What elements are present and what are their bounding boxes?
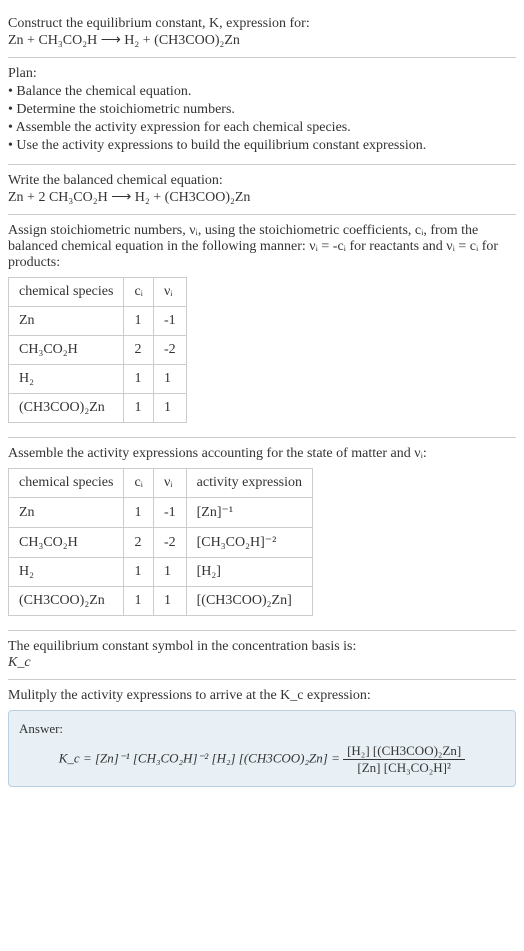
answer-numerator: [H₂] [(CH3COO)₂Zn] [343,743,465,760]
stoich-text: Assign stoichiometric numbers, νᵢ, using… [8,223,516,271]
symbol-section: The equilibrium constant symbol in the c… [8,631,516,680]
plan-bullet: • Assemble the activity expression for e… [8,120,516,136]
plan-bullet: • Use the activity expressions to build … [8,138,516,154]
answer-denominator: [Zn] [CH₃CO₂H]² [343,760,465,776]
c-cell: 1 [124,587,154,616]
table-header: chemical species [9,278,124,307]
v-cell: -1 [153,307,186,336]
plan-bullet: • Determine the stoichiometric numbers. [8,102,516,118]
plan-bullet: • Balance the chemical equation. [8,84,516,100]
c-cell: 2 [124,336,154,365]
answer-box: Answer: K_c = [Zn]⁻¹ [CH₃CO₂H]⁻² [H₂] [(… [8,710,516,787]
table-row: H₂ 1 1 [H₂] [9,558,313,587]
plan-heading: Plan: [8,66,516,82]
table-header: νᵢ [153,469,186,498]
activity-cell: [CH₃CO₂H]⁻² [186,528,312,558]
intro-equation: Zn + CH₃CO₂H ⟶ H₂ + (CH3COO)₂Zn [8,32,516,49]
activity-cell: [(CH3COO)₂Zn] [186,587,312,616]
species-cell: Zn [9,307,124,336]
v-cell: 1 [153,394,186,423]
v-cell: 1 [153,558,186,587]
v-cell: -1 [153,498,186,528]
c-cell: 1 [124,307,154,336]
species-cell: Zn [9,498,124,528]
multiply-heading: Mulitply the activity expressions to arr… [8,688,516,704]
v-cell: -2 [153,528,186,558]
c-cell: 1 [124,394,154,423]
table-header: cᵢ [124,278,154,307]
species-cell: H₂ [9,365,124,394]
c-cell: 1 [124,365,154,394]
c-cell: 1 [124,498,154,528]
answer-fraction: [H₂] [(CH3COO)₂Zn] [Zn] [CH₃CO₂H]² [343,743,465,776]
table-row: H₂ 1 1 [9,365,187,394]
table-row: CH₃CO₂H 2 -2 [CH₃CO₂H]⁻² [9,528,313,558]
multiply-section: Mulitply the activity expressions to arr… [8,680,516,795]
table-header: activity expression [186,469,312,498]
table-header: cᵢ [124,469,154,498]
activity-table: chemical species cᵢ νᵢ activity expressi… [8,468,313,616]
table-header: chemical species [9,469,124,498]
c-cell: 1 [124,558,154,587]
species-cell: (CH3COO)₂Zn [9,587,124,616]
activity-cell: [H₂] [186,558,312,587]
intro-line1: Construct the equilibrium constant, K, e… [8,16,516,32]
table-row: Zn 1 -1 [Zn]⁻¹ [9,498,313,528]
table-row: (CH3COO)₂Zn 1 1 [9,394,187,423]
symbol-kc: K_c [8,655,31,670]
stoich-table: chemical species cᵢ νᵢ Zn 1 -1 CH₃CO₂H 2… [8,277,187,423]
species-cell: CH₃CO₂H [9,336,124,365]
activity-section: Assemble the activity expressions accoun… [8,438,516,631]
table-row: (CH3COO)₂Zn 1 1 [(CH3COO)₂Zn] [9,587,313,616]
table-row: Zn 1 -1 [9,307,187,336]
intro-section: Construct the equilibrium constant, K, e… [8,8,516,58]
answer-formula: K_c = [Zn]⁻¹ [CH₃CO₂H]⁻² [H₂] [(CH3COO)₂… [19,743,505,776]
symbol-line1: The equilibrium constant symbol in the c… [8,639,516,655]
balanced-heading: Write the balanced chemical equation: [8,173,516,189]
answer-lhs: K_c = [Zn]⁻¹ [CH₃CO₂H]⁻² [H₂] [(CH3COO)₂… [59,750,340,765]
species-cell: (CH3COO)₂Zn [9,394,124,423]
species-cell: H₂ [9,558,124,587]
v-cell: 1 [153,587,186,616]
v-cell: -2 [153,336,186,365]
activity-cell: [Zn]⁻¹ [186,498,312,528]
activity-heading: Assemble the activity expressions accoun… [8,446,516,462]
stoich-section: Assign stoichiometric numbers, νᵢ, using… [8,215,516,438]
balanced-equation: Zn + 2 CH₃CO₂H ⟶ H₂ + (CH3COO)₂Zn [8,189,516,206]
species-cell: CH₃CO₂H [9,528,124,558]
balanced-section: Write the balanced chemical equation: Zn… [8,165,516,215]
c-cell: 2 [124,528,154,558]
table-row: CH₃CO₂H 2 -2 [9,336,187,365]
v-cell: 1 [153,365,186,394]
plan-section: Plan: • Balance the chemical equation. •… [8,58,516,165]
answer-label: Answer: [19,721,505,737]
table-header: νᵢ [153,278,186,307]
